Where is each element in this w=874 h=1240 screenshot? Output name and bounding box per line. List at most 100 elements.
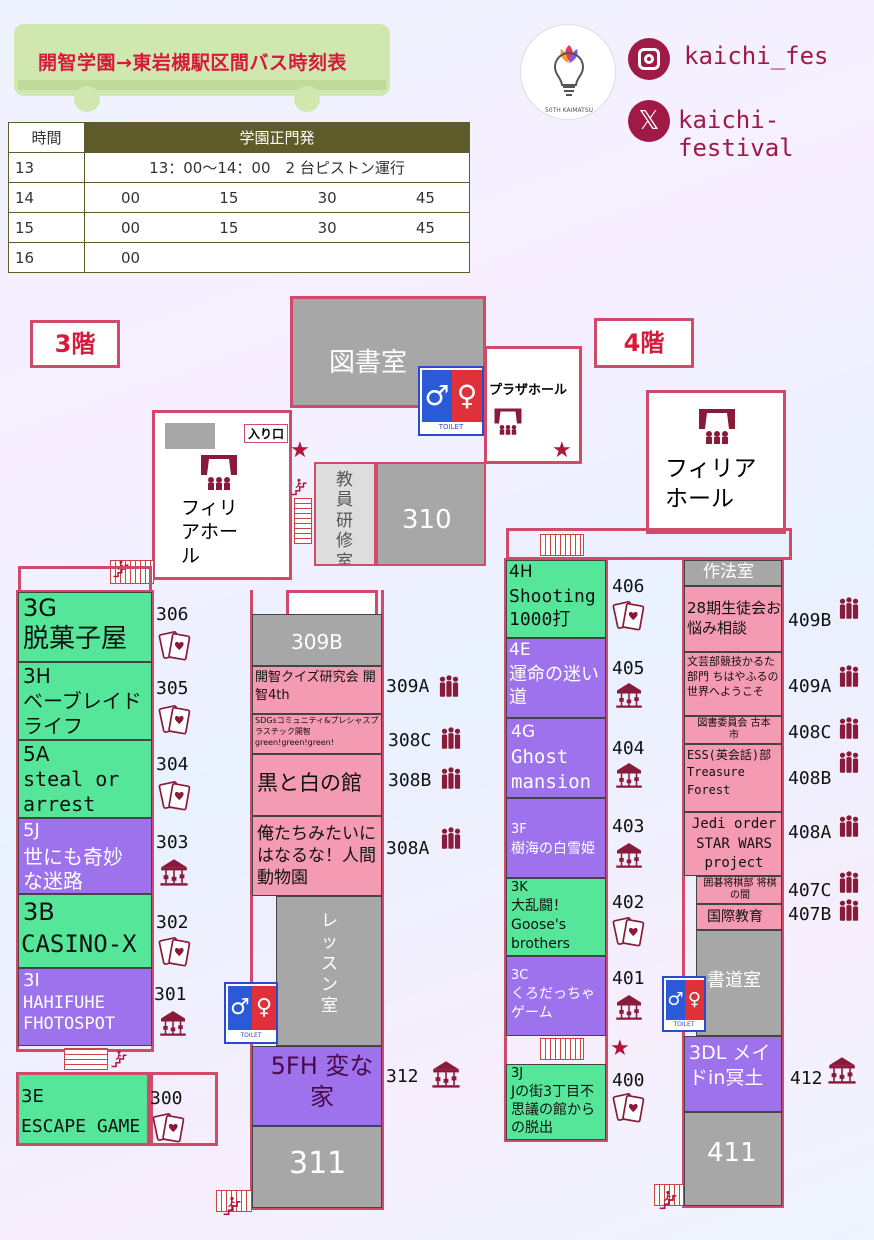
room-300[interactable]: 3E ESCAPE GAME	[16, 1072, 150, 1146]
room-311[interactable]: 311	[252, 1126, 382, 1208]
toilet-label: TOILET	[438, 423, 464, 431]
room-308b[interactable]: 黒と白の館	[252, 754, 382, 816]
room-number: 407C	[788, 880, 832, 901]
carousel-icon	[614, 680, 644, 710]
instagram-handle[interactable]: kaichi_fes	[684, 42, 829, 70]
room-name: 脱菓子屋	[23, 624, 128, 654]
cards-icon	[612, 914, 646, 948]
room-name: 28期生徒会お悩み相談	[687, 599, 782, 637]
sahou-label: 作法室	[703, 562, 754, 582]
room-406[interactable]: 4H Shooting 1000打	[506, 560, 606, 638]
time-cell: 00	[121, 188, 141, 207]
floor3-label: 3階	[30, 320, 120, 368]
room-309a[interactable]: 開智クイズ研究会 開智4th	[252, 666, 382, 714]
room-402[interactable]: 3K 大乱闘！Goose's brothers	[506, 878, 606, 956]
room-title: 4H	[509, 562, 533, 582]
room-411-label: 411	[707, 1138, 757, 1168]
room-title: 3I	[23, 970, 40, 991]
time-cell: 45	[415, 218, 435, 237]
room-number: 303	[156, 832, 189, 853]
room-407c[interactable]: 囲碁将棋部 将棋の間	[696, 876, 782, 904]
people-icon	[438, 826, 464, 852]
stairs	[540, 534, 584, 556]
room-number: 400	[612, 1070, 645, 1091]
room-412[interactable]: 3DL メイドin冥土	[684, 1036, 782, 1112]
room-title: 3G	[23, 594, 57, 622]
time-cell: 15	[219, 188, 239, 207]
room-405[interactable]: 4E 運命の迷い道	[506, 638, 606, 718]
room-404[interactable]: 4G Ghost mansion	[506, 718, 606, 798]
col-time-header: 時間	[8, 122, 85, 153]
room-409a[interactable]: 文芸部競技かるた部門 ちはやふるの世界へようこそ	[684, 652, 782, 716]
room-408a[interactable]: Jedi order STAR WARS project	[684, 812, 782, 876]
room-407b[interactable]: 国際教育	[696, 904, 782, 930]
room-title: 4E	[509, 640, 531, 660]
room-309b[interactable]: 309B	[252, 614, 382, 666]
room-311-label: 311	[289, 1146, 347, 1181]
x-icon: 𝕏	[628, 100, 670, 142]
col-origin-header: 学園正門発	[84, 122, 470, 153]
room-301[interactable]: 3I HAHIFUHE FHOTOSPOT	[18, 968, 152, 1046]
room-name: HAHIFUHE FHOTOSPOT	[23, 993, 116, 1035]
people-icon	[438, 766, 464, 792]
room-304[interactable]: 5A steal or arrest	[18, 740, 152, 818]
toilet-3f-top: ♂ ♀ TOILET	[418, 366, 484, 436]
room-305[interactable]: 3H ベーブレイドライフ	[18, 662, 152, 740]
room-number: 306	[156, 604, 189, 625]
library-label: 図書室	[329, 348, 408, 378]
room-409b[interactable]: 28期生徒会お悩み相談	[684, 586, 782, 652]
star-icon: ★	[290, 438, 310, 463]
room-400[interactable]: 3J Jの街3丁目不思議の館からの脱出	[506, 1064, 606, 1140]
room-title: 4G	[511, 722, 535, 742]
room-number: 407B	[788, 904, 832, 925]
people-icon	[836, 898, 862, 924]
room-408b[interactable]: ESS(英会話)部 Treasure Forest	[684, 744, 782, 812]
room-411[interactable]: 411	[684, 1112, 782, 1206]
carousel-icon	[430, 1058, 462, 1090]
lesson-room[interactable]: レッスン室	[276, 896, 382, 1046]
stairs	[540, 1038, 584, 1060]
x-handle[interactable]: kaichi-festival	[678, 106, 874, 162]
room-title: 3J	[511, 1066, 524, 1081]
room-name: 世にも奇妙な迷路	[23, 845, 123, 893]
room-name: 俺たちみたいにはなるな！人間動物園	[257, 824, 376, 889]
people-icon	[836, 814, 862, 840]
room-name: 樹海の白雪姫	[511, 841, 595, 857]
stairs-icon	[110, 1050, 128, 1068]
bus-title: 開智学園→東岩槻駅区間バス時刻表	[38, 52, 347, 74]
theater-icon	[493, 407, 523, 437]
room-number: 300	[150, 1088, 183, 1109]
room-308a[interactable]: 俺たちみたいにはなるな！人間動物園	[252, 816, 382, 896]
room-308c[interactable]: SDGsコミュニティ&プレシャスプラスチック開智 green!green!gre…	[252, 714, 382, 754]
female-icon: ♀	[685, 980, 704, 1020]
bus-timetable: 時間 学園正門発 13 13：00～14：00 2 台ピストン運行 14 00 1…	[8, 122, 470, 273]
room-name: 黒と白の館	[257, 771, 362, 795]
room-310[interactable]: 310	[376, 462, 486, 566]
room-number: 312	[386, 1066, 419, 1087]
room-name: ベーブレイドライフ	[23, 689, 142, 738]
room-403[interactable]: 3F 樹海の白雪姫	[506, 798, 606, 878]
shodou-room[interactable]: 書道室	[696, 930, 782, 1036]
room-312[interactable]: 5FH 変な家	[252, 1046, 382, 1126]
room-number: 408B	[788, 768, 832, 789]
cards-icon	[612, 1090, 646, 1124]
logo-text: 50TH KAIMATSU	[544, 107, 594, 114]
room-name: steal or arrest	[23, 767, 120, 816]
room-302[interactable]: 3B CASINO-X	[18, 894, 152, 968]
room-303[interactable]: 5J 世にも奇妙な迷路	[18, 818, 152, 894]
sahou-room[interactable]: 作法室	[684, 560, 782, 586]
philia-hall-4f[interactable]: フィリアホール	[646, 390, 786, 534]
toilet-label: TOILET	[673, 1021, 695, 1028]
teacher-room[interactable]: 教員研修室	[314, 462, 376, 566]
room-name: 文芸部競技かるた部門 ちはやふるの世界へようこそ	[687, 655, 779, 698]
room-408c[interactable]: 図書委員会 古本市	[684, 716, 782, 744]
room-number: 309A	[386, 676, 430, 697]
carousel-icon	[826, 1054, 858, 1086]
room-306[interactable]: 3G 脱菓子屋	[18, 592, 152, 662]
time-cell: 00	[121, 218, 141, 237]
stairs	[64, 1048, 108, 1070]
people-icon	[836, 664, 862, 690]
room-number: 308C	[388, 730, 432, 751]
room-401[interactable]: 3C くろだっちゃゲーム	[506, 956, 606, 1036]
room-name: Jの街3丁目不思議の館からの脱出	[511, 1084, 595, 1137]
